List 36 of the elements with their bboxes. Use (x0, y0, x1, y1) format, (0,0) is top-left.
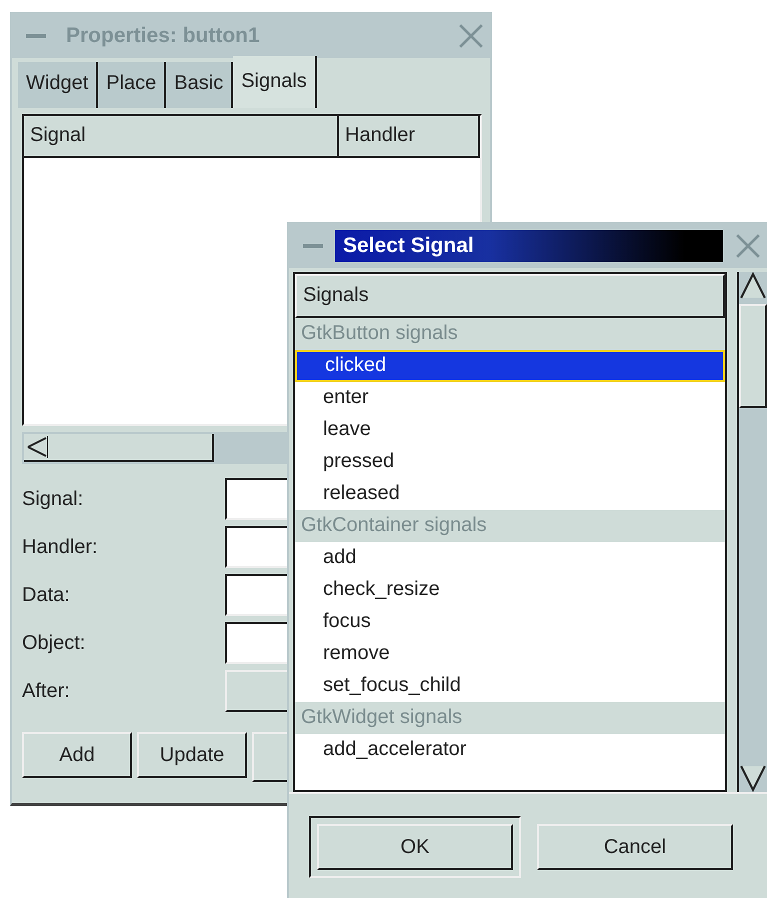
signal-item[interactable]: add (295, 542, 725, 574)
action-button[interactable]: Add (22, 732, 132, 778)
signal-item[interactable]: enter (295, 382, 725, 414)
window-title: Properties: button1 (65, 23, 261, 49)
signal-item[interactable]: check_resize (295, 574, 725, 606)
field-label: Data: (22, 584, 71, 606)
signal-item[interactable]: remove (295, 638, 725, 670)
window-title: Select Signal (335, 230, 723, 262)
dialog-button[interactable]: OK (309, 816, 521, 878)
tab[interactable]: Widget (18, 62, 98, 108)
tab[interactable]: Signals (233, 56, 317, 108)
vertical-scrollbar[interactable] (737, 272, 767, 792)
signal-item[interactable]: focus (295, 606, 725, 638)
signal-item[interactable]: add_accelerator (295, 734, 725, 766)
field-label: Object: (22, 632, 86, 654)
tab[interactable]: Basic (166, 62, 234, 108)
field-label: Handler: (22, 536, 99, 558)
column-header[interactable]: Signals (295, 274, 725, 318)
column-header[interactable]: Signal (24, 116, 339, 158)
scroll-thumb[interactable] (739, 304, 767, 408)
signal-item[interactable]: set_focus_child (295, 670, 725, 702)
signal-item[interactable]: clicked (295, 350, 725, 382)
field-label: After: (22, 680, 71, 702)
group-header: GtkContainer signals (295, 510, 725, 542)
group-header: GtkButton signals (295, 318, 725, 350)
up-arrow-icon[interactable] (739, 272, 767, 300)
signal-item[interactable]: released (295, 478, 725, 510)
tab[interactable]: Place (98, 62, 166, 108)
field-label: Signal: (22, 488, 84, 510)
signal-item[interactable]: leave (295, 414, 725, 446)
group-header: GtkWidget signals (295, 702, 725, 734)
down-arrow-icon[interactable] (739, 764, 767, 792)
signal-item[interactable]: pressed (295, 446, 725, 478)
action-button[interactable]: Update (137, 732, 247, 778)
column-header[interactable]: Handler (339, 116, 480, 158)
left-arrow-icon[interactable] (26, 436, 48, 458)
